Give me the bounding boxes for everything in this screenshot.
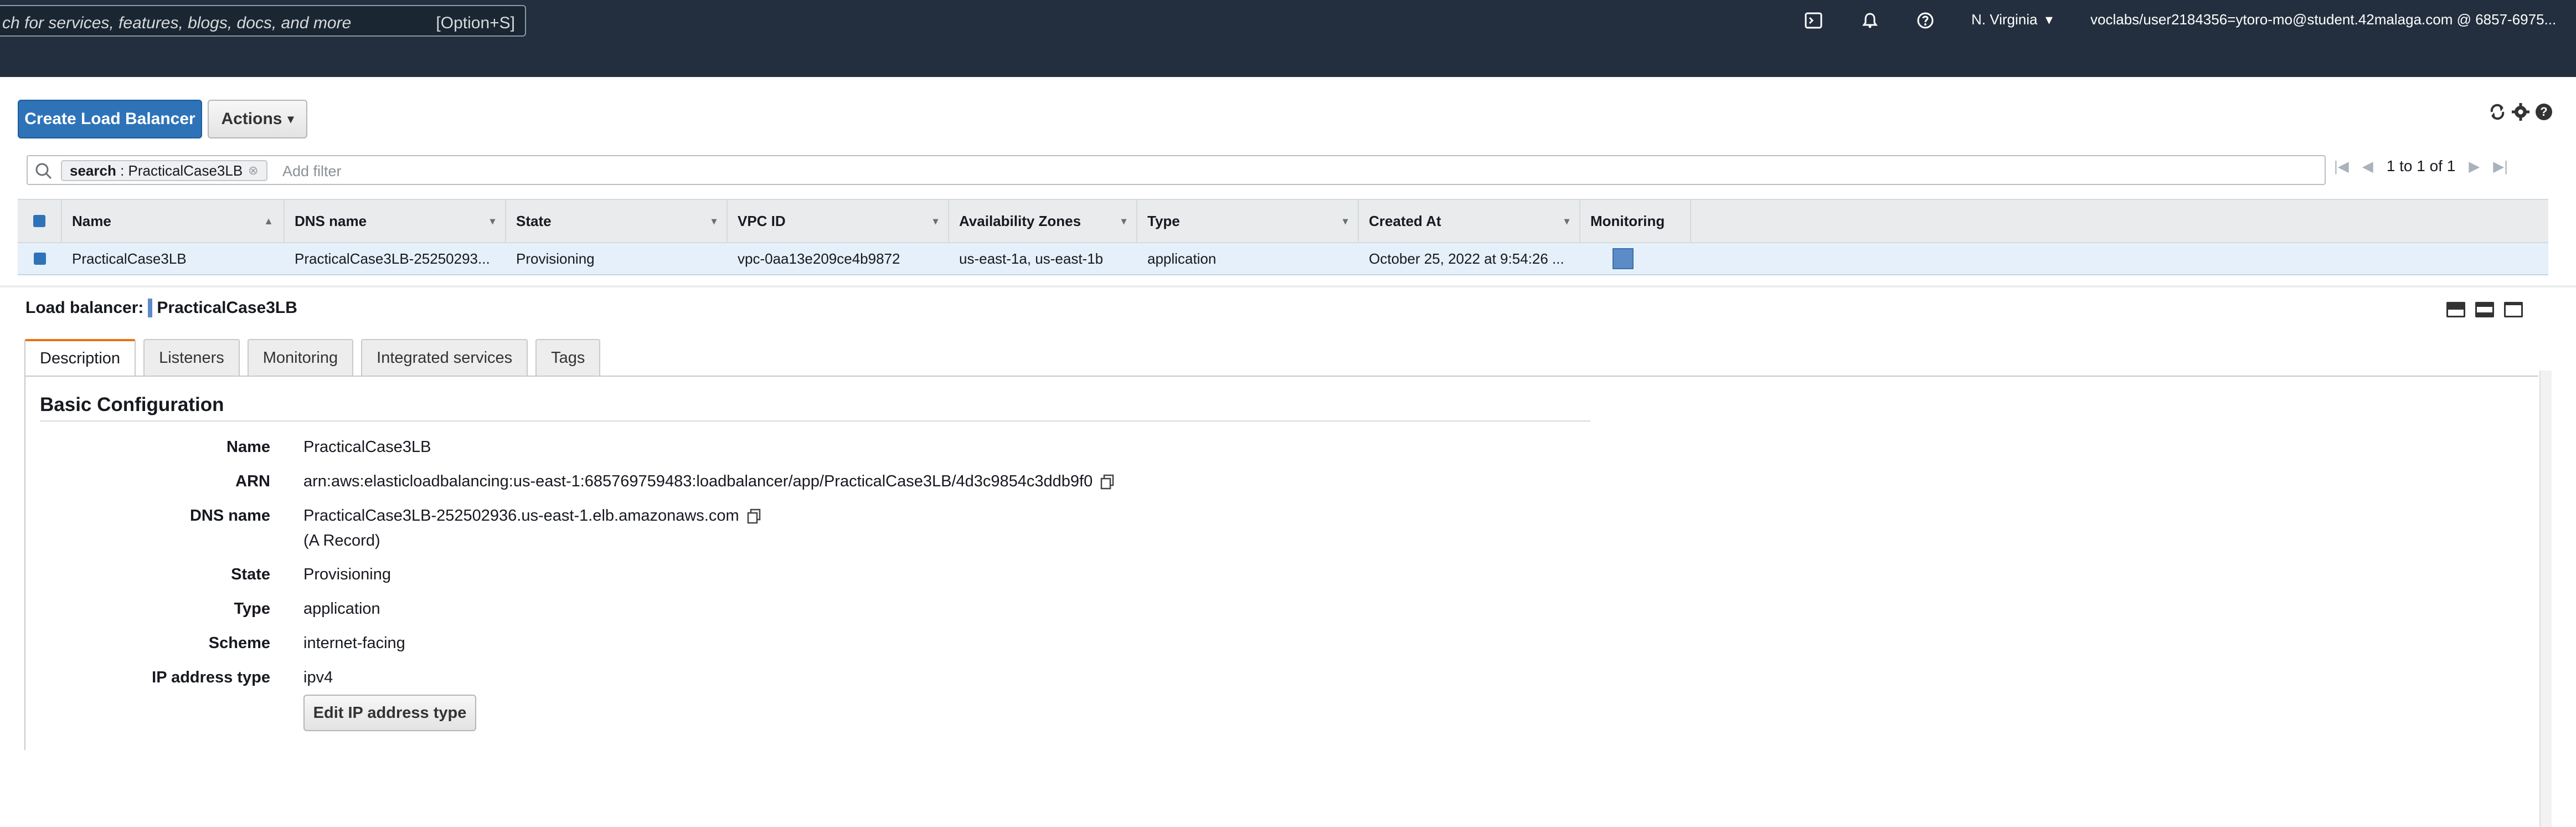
row-checkbox[interactable] [18,243,62,274]
first-page-icon[interactable]: |◀ [2334,158,2349,175]
filter-bar[interactable]: search : PracticalCase3LB ⊗ Add filter [27,155,2326,185]
section-divider [40,420,1590,422]
edit-ip-address-type-button[interactable]: Edit IP address type [303,695,476,731]
field-value-arn: arn:aws:elasticloadbalancing:us-east-1:6… [303,472,1116,491]
tab-monitoring[interactable]: Monitoring [247,339,354,376]
actions-button[interactable]: Actions ▾ [208,100,307,138]
dns-record-note: (A Record) [303,532,380,549]
table-row[interactable]: PracticalCase3LB PracticalCase3LB-252502… [18,243,2548,275]
top-navigation: ch for services, features, blogs, docs, … [0,0,2576,77]
pane-layout-controls [2446,302,2523,317]
column-header-dns-name[interactable]: DNS name ▾ [285,200,506,242]
cloudshell-icon[interactable] [1804,11,1823,30]
help-icon[interactable]: ? [2534,102,2554,122]
filter-token-value: PracticalCase3LB [128,162,243,179]
account-menu[interactable]: voclabs/user2184356=ytoro-mo@student.42m… [2090,11,2556,28]
services-search-box[interactable]: ch for services, features, blogs, docs, … [0,5,526,37]
add-filter-input[interactable]: Add filter [282,163,342,180]
create-load-balancer-button[interactable]: Create Load Balancer [18,100,202,138]
select-all-checkbox[interactable] [18,200,62,242]
monitoring-graph-icon[interactable] [1612,248,1634,269]
next-page-icon[interactable]: ▶ [2469,158,2480,175]
field-value-scheme: internet-facing [303,634,405,652]
cell-state: Provisioning [516,250,595,267]
help-icon[interactable] [1916,11,1935,30]
chevron-down-icon: ▾ [711,215,717,227]
pane-minimize-icon[interactable] [2446,302,2465,317]
cell-monitoring [1580,243,1691,274]
page-range: 1 to 1 of 1 [2386,157,2456,174]
field-label-name: Name [226,438,270,456]
field-label-dns-name: DNS name [189,507,270,525]
cell-dns-name: PracticalCase3LB-25250293... [295,250,490,267]
copy-icon[interactable] [1099,474,1116,490]
copy-icon[interactable] [746,508,763,525]
column-header-name[interactable]: Name ▲ [62,200,285,242]
field-value-state: Provisioning [303,566,391,583]
sort-ascending-icon: ▲ [264,215,274,227]
field-value-name: PracticalCase3LB [303,438,431,456]
detail-heading: Load balancer: PracticalCase3LB [25,299,297,317]
filter-token[interactable]: search : PracticalCase3LB ⊗ [61,160,267,181]
main-content: Create Load Balancer Actions ▾ ? search … [0,77,2576,827]
bell-icon[interactable] [1861,11,1879,30]
detail-scrollbar[interactable] [2539,371,2552,827]
pane-split-icon[interactable] [2475,302,2494,317]
actions-label: Actions [221,110,282,128]
detail-tabs: Description Listeners Monitoring Integra… [24,339,601,376]
field-label-arn: ARN [235,472,270,490]
field-label-scheme: Scheme [208,634,270,652]
gear-icon[interactable] [2511,102,2531,122]
column-header-created-at[interactable]: Created At ▾ [1359,200,1580,242]
cell-vpc-id: vpc-0aa13e209ce4b9872 [738,250,900,267]
field-value-ip-address-type: ipv4 [303,669,333,686]
field-label-state: State [231,566,270,583]
chevron-down-icon: ▾ [287,112,294,126]
cell-name: PracticalCase3LB [72,250,187,267]
search-shortcut-hint: [Option+S] [436,14,515,32]
search-placeholder: ch for services, features, blogs, docs, … [2,14,352,32]
refresh-icon[interactable] [2487,102,2507,122]
field-label-ip-address-type: IP address type [152,669,270,686]
chevron-down-icon: ▾ [490,215,495,227]
column-header-state[interactable]: State ▾ [506,200,728,242]
cell-availability-zones: us-east-1a, us-east-1b [959,250,1104,267]
chevron-down-icon: ▾ [2041,11,2053,28]
region-selector[interactable]: N. Virginia ▾ [1971,11,2053,28]
chevron-down-icon: ▾ [932,215,938,227]
pane-splitter[interactable] [0,285,2576,287]
chevron-down-icon: ▾ [1564,215,1569,227]
tab-listeners[interactable]: Listeners [143,339,240,376]
column-header-vpc-id[interactable]: VPC ID ▾ [728,200,949,242]
field-value-dns-name: PracticalCase3LB-252502936.us-east-1.elb… [303,507,763,525]
toolbar-icons: ? [2487,102,2554,122]
chevron-down-icon: ▾ [1342,215,1348,227]
last-page-icon[interactable]: ▶| [2493,158,2508,175]
column-header-availability-zones[interactable]: Availability Zones ▾ [949,200,1137,242]
column-header-type[interactable]: Type ▾ [1137,200,1359,242]
column-header-monitoring[interactable]: Monitoring [1580,200,1691,242]
field-label-type: Type [234,600,270,618]
chevron-down-icon: ▾ [1121,215,1126,227]
tab-integrated-services[interactable]: Integrated services [361,339,528,376]
filter-token-key: search [70,162,116,179]
selection-marker [148,299,153,317]
section-title: Basic Configuration [40,394,224,415]
pagination: |◀ ◀ 1 to 1 of 1 ▶ ▶| [2334,157,2508,175]
tab-tags[interactable]: Tags [535,339,601,376]
detail-heading-label: Load balancer: [25,299,144,317]
search-icon [34,162,53,183]
region-label: N. Virginia [1971,11,2038,28]
close-icon[interactable]: ⊗ [248,163,258,178]
cell-created-at: October 25, 2022 at 9:54:26 ... [1369,250,1564,267]
svg-text:?: ? [2540,105,2547,119]
cell-type: application [1147,250,1217,267]
table-header: Name ▲ DNS name ▾ State ▾ VPC ID ▾ Availabil… [18,199,2548,243]
detail-heading-name: PracticalCase3LB [157,299,297,317]
field-value-type: application [303,600,380,618]
pane-maximize-icon[interactable] [2504,302,2523,317]
tab-panel-description [24,376,2538,750]
previous-page-icon[interactable]: ◀ [2362,158,2373,175]
tab-description[interactable]: Description [24,339,136,376]
